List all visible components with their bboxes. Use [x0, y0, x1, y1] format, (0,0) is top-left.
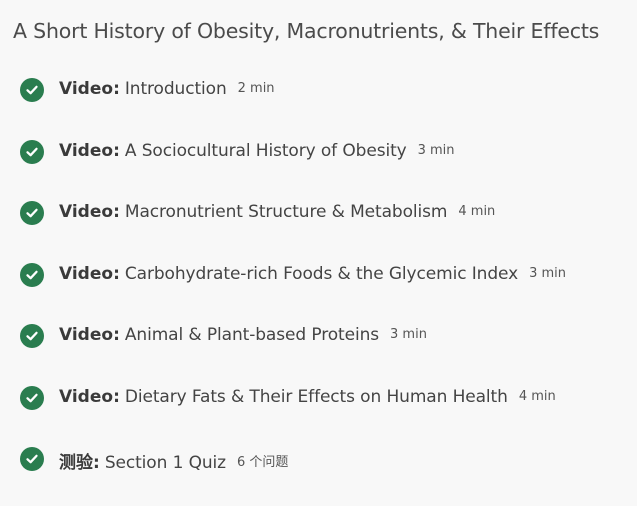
- item-type-label: Video:: [59, 202, 120, 222]
- item-duration: 4 min: [458, 204, 496, 219]
- item-duration: 2 min: [237, 81, 275, 96]
- check-circle-icon: [20, 78, 44, 102]
- item-duration: 3 min: [529, 265, 566, 281]
- check-circle-icon: [20, 324, 44, 348]
- module-item-list: Video: Introduction 2 min Video: A Socio…: [20, 75, 630, 506]
- item-duration: 4 min: [518, 388, 556, 404]
- check-circle-icon: [20, 139, 44, 164]
- module-item[interactable]: Video: A Sociocultural History of Obesit…: [20, 137, 630, 199]
- item-type-label: Video:: [59, 140, 120, 161]
- item-title-link[interactable]: Introduction: [125, 79, 227, 99]
- item-type-label: Video:: [59, 263, 120, 284]
- item-title-link[interactable]: Section 1 Quiz: [105, 453, 226, 473]
- item-type-label: Video:: [59, 79, 120, 99]
- item-type-label: 测验:: [59, 453, 100, 473]
- item-type-label: Video:: [59, 386, 120, 407]
- module-item[interactable]: Video: Carbohydrate-rich Foods & the Gly…: [20, 260, 630, 322]
- module-item[interactable]: Video: Dietary Fats & Their Effects on H…: [20, 383, 630, 445]
- item-title-link[interactable]: Dietary Fats & Their Effects on Human He…: [125, 387, 508, 407]
- check-circle-icon: [20, 447, 44, 471]
- item-duration: 3 min: [417, 142, 455, 158]
- item-type-label: Video:: [59, 325, 120, 345]
- item-duration: 6 个问题: [237, 455, 289, 470]
- item-title-link[interactable]: Carbohydrate-rich Foods & the Glycemic I…: [125, 264, 518, 284]
- module-item[interactable]: 测验: Section 1 Quiz 6 个问题: [20, 444, 630, 506]
- item-title-link[interactable]: Macronutrient Structure & Metabolism: [125, 202, 448, 222]
- item-title-link[interactable]: A Sociocultural History of Obesity: [125, 141, 407, 161]
- check-circle-icon: [20, 385, 44, 410]
- check-circle-icon: [20, 201, 44, 225]
- module-title: A Short History of Obesity, Macronutrien…: [13, 19, 600, 43]
- module-item[interactable]: Video: Introduction 2 min: [20, 75, 630, 137]
- module-item[interactable]: Video: Animal & Plant-based Proteins 3 m…: [20, 321, 630, 383]
- item-title-link[interactable]: Animal & Plant-based Proteins: [125, 325, 379, 345]
- item-duration: 3 min: [390, 327, 427, 342]
- module-item[interactable]: Video: Macronutrient Structure & Metabol…: [20, 198, 630, 260]
- check-circle-icon: [20, 262, 44, 287]
